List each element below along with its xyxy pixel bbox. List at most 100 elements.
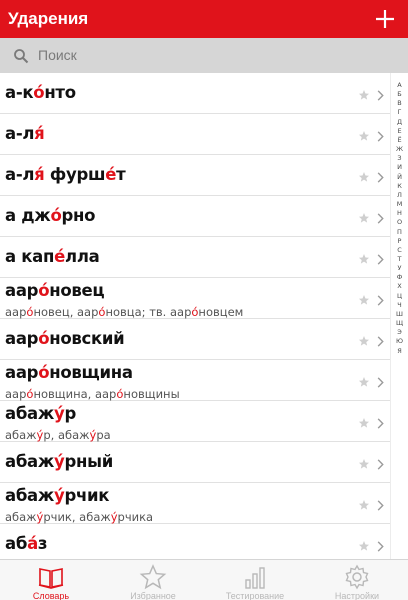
word-part: абаж — [5, 428, 37, 442]
word-part: аар — [5, 281, 39, 300]
word-part: новец — [49, 281, 105, 300]
list-item[interactable]: а-ля́ — [0, 114, 390, 155]
list-item[interactable]: а капе́лла — [0, 237, 390, 278]
alphabet-letter[interactable]: Ч — [391, 301, 408, 310]
alphabet-letter[interactable]: Г — [391, 108, 408, 117]
favorite-star-icon[interactable] — [358, 89, 370, 101]
favorite-star-icon[interactable] — [358, 417, 370, 429]
alphabet-letter[interactable]: О — [391, 218, 408, 227]
word-part: новский — [49, 329, 125, 348]
alphabet-letter[interactable]: Ж — [391, 145, 408, 154]
alphabet-letter[interactable]: Л — [391, 191, 408, 200]
word-part: р, абаж — [43, 428, 90, 442]
alphabet-letter[interactable]: Я — [391, 347, 408, 356]
alphabet-letter[interactable]: Э — [391, 328, 408, 337]
list-item[interactable]: а-ко́нто — [0, 73, 390, 114]
word-part: рчик — [64, 486, 110, 505]
favorite-star-icon[interactable] — [358, 130, 370, 142]
search-bar[interactable]: Поиск — [0, 38, 408, 73]
stress-vowel: я́ — [34, 165, 45, 184]
alphabet-letter[interactable]: Щ — [391, 319, 408, 328]
alphabet-letter[interactable]: Д — [391, 118, 408, 127]
alphabet-letter[interactable]: И — [391, 163, 408, 172]
alphabet-letter[interactable]: Т — [391, 255, 408, 264]
tab-testing[interactable]: Тестирование — [204, 560, 306, 600]
search-input[interactable]: Поиск — [38, 47, 77, 63]
word-part: а-л — [5, 124, 35, 143]
app-bar: Ударения — [0, 0, 408, 38]
alphabet-letter[interactable]: Р — [391, 237, 408, 246]
word-part: лла — [65, 247, 100, 266]
tab-dictionary[interactable]: Словарь — [0, 560, 102, 600]
list-item[interactable]: ааро́новщина ааро́новщина, ааро́новщины — [0, 360, 390, 401]
alphabet-letter[interactable]: Ш — [391, 310, 408, 319]
stress-vowel: о́ — [38, 363, 50, 382]
stress-vowel: а́ — [27, 534, 38, 553]
chevron-right-icon — [377, 336, 384, 347]
favorite-star-icon[interactable] — [358, 335, 370, 347]
favorite-star-icon[interactable] — [358, 499, 370, 511]
word-text: абажу́рный — [5, 452, 113, 471]
word-part: абаж — [5, 510, 37, 524]
alphabet-letter[interactable]: Ф — [391, 273, 408, 282]
add-icon[interactable] — [370, 4, 400, 34]
list-item[interactable]: ааро́новский — [0, 319, 390, 360]
favorite-star-icon[interactable] — [358, 171, 370, 183]
word-part: а кап — [5, 247, 55, 266]
word-part: р — [64, 404, 76, 423]
alphabet-letter[interactable]: Ё — [391, 136, 408, 145]
search-icon — [14, 49, 29, 64]
tab-bar: Словарь Избранное Тестирование Настройки — [0, 559, 408, 600]
alphabet-letter[interactable]: В — [391, 99, 408, 108]
list-item[interactable]: абажу́рный — [0, 442, 390, 483]
word-forms: абажу́р, абажу́ра — [5, 428, 111, 442]
list-item[interactable]: а-ля́ фурше́т — [0, 155, 390, 196]
word-part: абаж — [5, 452, 55, 471]
star-icon — [139, 564, 167, 590]
word-text: ааро́новец — [5, 281, 105, 300]
word-text: абажу́р — [5, 404, 76, 423]
alphabet-letter[interactable]: Ц — [391, 292, 408, 301]
alphabet-letter[interactable]: А — [391, 81, 408, 90]
list-item[interactable]: а джо́рно — [0, 196, 390, 237]
favorite-star-icon[interactable] — [358, 294, 370, 306]
tab-favorites[interactable]: Избранное — [102, 560, 204, 600]
word-text: а джо́рно — [5, 206, 95, 225]
word-part: аар — [5, 329, 39, 348]
favorite-star-icon[interactable] — [358, 376, 370, 388]
list-item[interactable]: абажу́рчик абажу́рчик, абажу́рчика — [0, 483, 390, 524]
alphabet-letter[interactable]: Й — [391, 173, 408, 182]
list-item[interactable]: абажу́р абажу́р, абажу́ра — [0, 401, 390, 442]
favorite-star-icon[interactable] — [358, 212, 370, 224]
tab-settings[interactable]: Настройки — [306, 560, 408, 600]
alphabet-letter[interactable]: М — [391, 200, 408, 209]
alphabet-index[interactable]: АБВГДЕЁЖЗИЙКЛМНОПРСТУФХЦЧШЩЭЮЯ — [390, 73, 408, 559]
alphabet-letter[interactable]: З — [391, 154, 408, 163]
word-part: аар — [5, 387, 27, 401]
alphabet-letter[interactable]: У — [391, 264, 408, 273]
list-item[interactable]: аба́з — [0, 524, 390, 559]
favorite-star-icon[interactable] — [358, 458, 370, 470]
alphabet-letter[interactable]: П — [391, 228, 408, 237]
word-part: новщина, аар — [33, 387, 117, 401]
favorite-star-icon[interactable] — [358, 253, 370, 265]
word-part: рчик, абаж — [43, 510, 111, 524]
alphabet-letter[interactable]: К — [391, 182, 408, 191]
chevron-right-icon — [377, 213, 384, 224]
alphabet-letter[interactable]: Х — [391, 282, 408, 291]
alphabet-letter[interactable]: Н — [391, 209, 408, 218]
word-part: ра — [96, 428, 111, 442]
alphabet-letter[interactable]: Ю — [391, 337, 408, 346]
word-part: аар — [5, 305, 27, 319]
list-item[interactable]: ааро́новец ааро́новец, ааро́новца; тв. аа… — [0, 278, 390, 319]
tab-label: Тестирование — [225, 591, 285, 600]
word-text: абажу́рчик — [5, 486, 109, 505]
alphabet-letter[interactable]: Б — [391, 90, 408, 99]
stress-vowel: у́ — [54, 404, 65, 423]
alphabet-letter[interactable]: С — [391, 246, 408, 255]
favorite-star-icon[interactable] — [358, 540, 370, 552]
tab-label: Настройки — [334, 591, 380, 600]
word-part: новца; тв. аар — [105, 305, 192, 319]
word-part: новец, аар — [33, 305, 99, 319]
alphabet-letter[interactable]: Е — [391, 127, 408, 136]
